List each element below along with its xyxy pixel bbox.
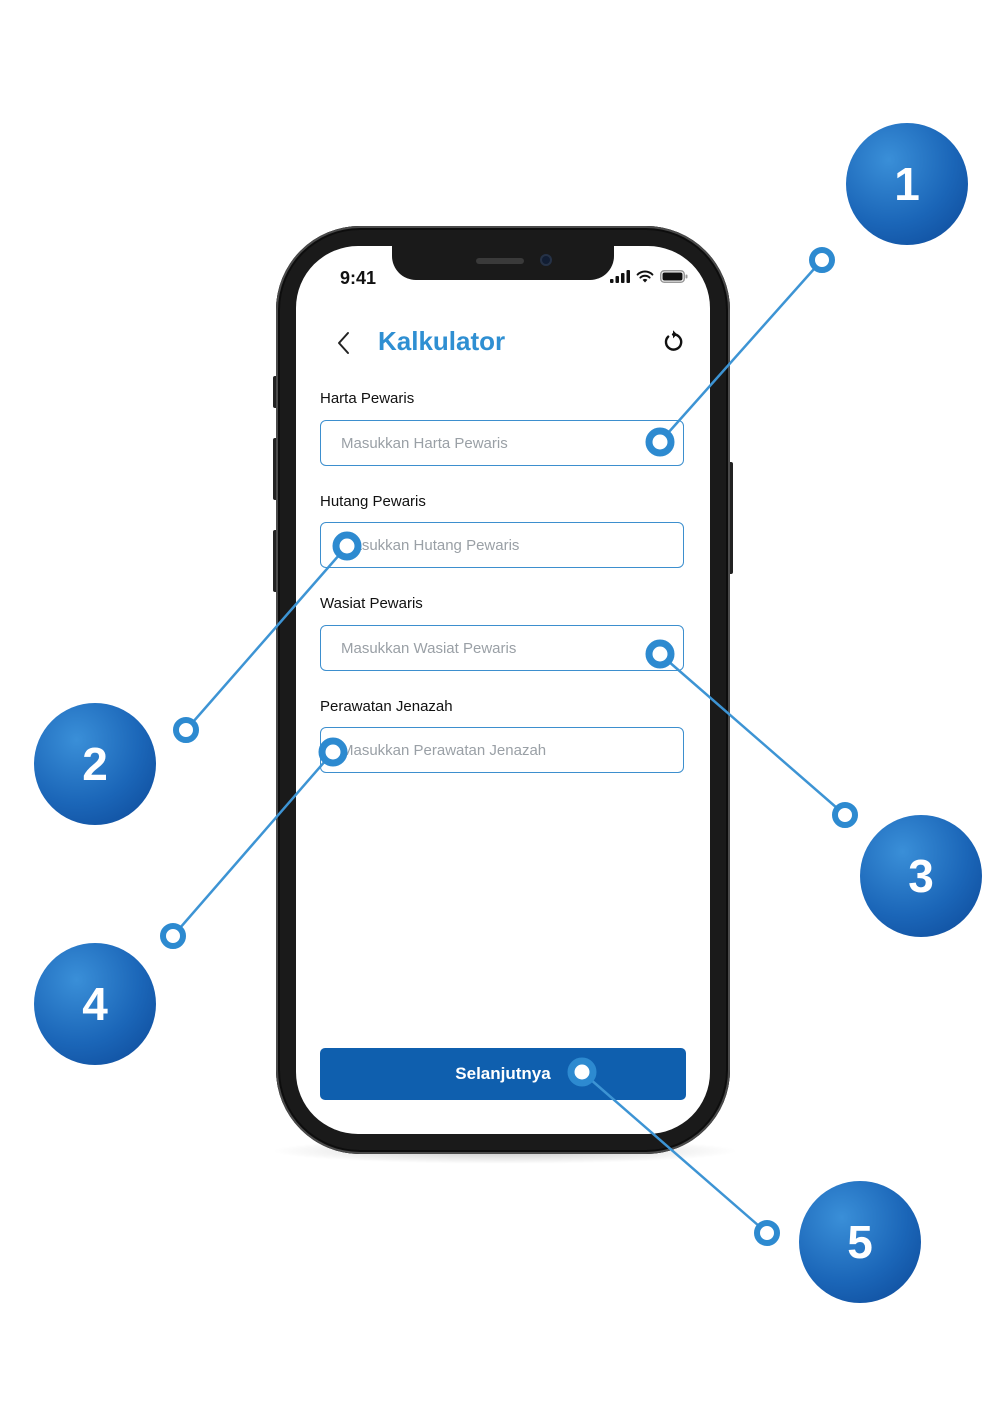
- front-camera: [540, 254, 552, 266]
- status-icons: [610, 270, 688, 283]
- wifi-icon: [636, 270, 654, 283]
- next-button[interactable]: Selanjutnya: [320, 1048, 686, 1100]
- wasiat-pewaris-input[interactable]: [320, 625, 684, 671]
- label-wasiat-pewaris: Wasiat Pewaris: [320, 595, 423, 612]
- callout-badge-3: 3: [860, 815, 982, 937]
- page-title: Kalkulator: [378, 326, 506, 356]
- callout-dot-2-outer: [173, 717, 199, 743]
- phone-screen: 9:41 Kalkulator Harta Pewaris Masukkan H…: [296, 246, 710, 1134]
- battery-icon: [660, 270, 688, 283]
- signal-icon: [610, 270, 630, 283]
- status-time: 9:41: [340, 268, 377, 288]
- chevron-left-icon[interactable]: [334, 330, 354, 356]
- callout-dot-4-outer: [160, 923, 186, 949]
- callout-badge-1: 1: [846, 123, 968, 245]
- reset-icon[interactable]: [660, 328, 686, 354]
- callout-badge-2: 2: [34, 703, 156, 825]
- label-harta-pewaris: Harta Pewaris: [320, 390, 415, 407]
- perawatan-jenazah-input[interactable]: [320, 727, 684, 773]
- annotated-mockup: 9:41 Kalkulator Harta Pewaris Masukkan H…: [0, 0, 1008, 1404]
- callout-badge-4: 4: [34, 943, 156, 1065]
- harta-pewaris-input[interactable]: [320, 420, 684, 466]
- speaker: [476, 258, 524, 264]
- callout-dot-1-outer: [809, 247, 835, 273]
- label-hutang-pewaris: Hutang Pewaris: [320, 493, 426, 510]
- notch: [392, 246, 614, 280]
- label-perawatan-jenazah: Perawatan Jenazah: [320, 698, 453, 715]
- callout-badge-5: 5: [799, 1181, 921, 1303]
- hutang-pewaris-input[interactable]: [320, 522, 684, 568]
- callout-dot-3-outer: [832, 802, 858, 828]
- callout-dot-5-outer: [754, 1220, 780, 1246]
